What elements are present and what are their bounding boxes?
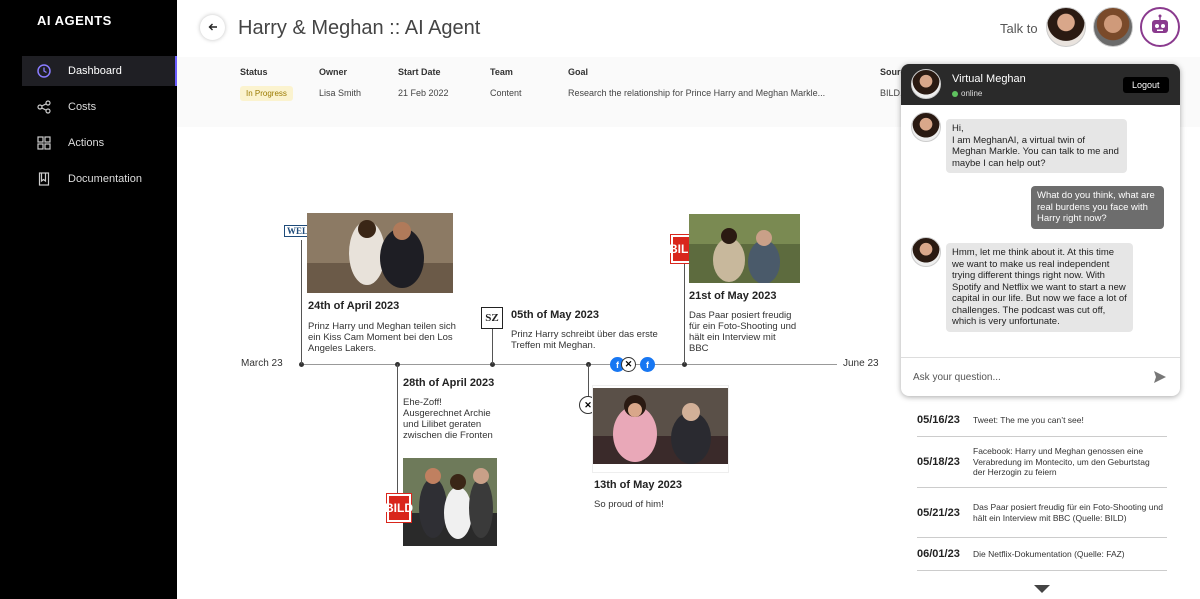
event-photo[interactable] <box>689 214 800 283</box>
event-date: 05th of May 2023 <box>511 309 600 321</box>
event-text: Das Paar posiert freudig für ein Foto-Sh… <box>689 310 797 354</box>
team-value: Content <box>490 88 522 98</box>
sidebar-item-actions[interactable]: Actions <box>22 128 177 158</box>
avatar <box>911 69 941 99</box>
list-item[interactable]: 06/01/23 Die Netflix-Dokumentation (Quel… <box>917 538 1167 571</box>
chat-input[interactable] <box>913 368 1143 386</box>
start-date-value: 21 Feb 2022 <box>398 88 449 98</box>
sidebar-item-label: Actions <box>68 137 105 149</box>
timeline-axis <box>301 364 837 365</box>
page-title: Harry & Meghan :: AI Agent <box>238 17 481 39</box>
sidebar-item-label: Costs <box>68 101 97 113</box>
back-button[interactable] <box>200 15 225 40</box>
event-date: 21st of May 2023 <box>689 290 777 302</box>
brand-logo: AI AGENTS <box>37 13 112 28</box>
timeline-connector <box>397 364 398 495</box>
arrow-left-icon <box>208 21 218 35</box>
grid-icon <box>37 136 51 150</box>
chat-header: Virtual Meghan online Logout <box>901 64 1180 105</box>
avatar-meghan[interactable] <box>1046 7 1086 47</box>
event-photo[interactable] <box>307 213 453 293</box>
event-date: 24th of April 2023 <box>308 300 400 312</box>
bild-logo: BILD <box>385 494 413 522</box>
sidebar-item-label: Dashboard <box>68 65 122 77</box>
news-text: Tweet: The me you can’t see! <box>973 414 1084 425</box>
news-text: Facebook: Harry und Meghan genossen eine… <box>973 446 1150 478</box>
news-date: 05/18/23 <box>917 456 960 468</box>
event-photo[interactable] <box>403 458 497 546</box>
timeline-end-label: June 23 <box>843 358 879 369</box>
news-text: Das Paar posiert freudig für ein Foto-Sh… <box>973 502 1163 523</box>
sidebar-item-label: Documentation <box>68 173 142 185</box>
online-status: online <box>952 89 982 98</box>
send-icon[interactable] <box>1153 370 1167 389</box>
goal-value: Research the relationship for Prince Har… <box>568 88 826 98</box>
chat-input-bar <box>901 357 1180 396</box>
team-header: Team <box>490 67 513 77</box>
sz-logo: SZ <box>481 307 503 329</box>
timeline: March 23 June 23 WELT 24th of April 2023… <box>177 127 902 599</box>
event-text: Ehe-Zoff! Ausgerechnet Archie und Lilibe… <box>403 397 493 441</box>
logout-button[interactable]: Logout <box>1123 77 1169 93</box>
x-icon[interactable]: ✕ <box>621 357 636 372</box>
owner-header: Owner <box>319 67 348 77</box>
list-item[interactable]: 05/18/23 Facebook: Harry und Meghan geno… <box>917 437 1167 488</box>
chat-message-bot: Hmm, let me think about it. At this time… <box>946 243 1133 332</box>
sidebar-item-dashboard[interactable]: Dashboard <box>22 56 177 86</box>
status-text: online <box>961 89 983 98</box>
news-date: 05/16/23 <box>917 414 960 426</box>
event-text: Prinz Harry und Meghan teilen sich ein K… <box>308 321 456 354</box>
chat-agent-name: Virtual Meghan <box>952 73 1026 85</box>
status-badge: In Progress <box>240 86 293 101</box>
chevron-down-icon[interactable] <box>1034 585 1050 593</box>
news-text: Die Netflix-Dokumentation (Quelle: FAZ) <box>973 548 1125 559</box>
robot-icon <box>1148 13 1172 42</box>
event-date: 13th of May 2023 <box>594 479 683 491</box>
talk-to-label: Talk to <box>1000 21 1038 36</box>
timeline-start-label: March 23 <box>241 358 283 369</box>
sidebar-item-documentation[interactable]: Documentation <box>22 164 177 194</box>
news-date: 06/01/23 <box>917 548 960 560</box>
event-text: Prinz Harry schreibt über das erste Tref… <box>511 329 658 351</box>
clock-icon <box>37 64 51 78</box>
owner-value: Lisa Smith <box>319 88 362 98</box>
bookmark-icon <box>37 172 51 186</box>
news-date: 05/21/23 <box>917 506 960 519</box>
sidebar: AI AGENTS Dashboard Costs Actions Docume… <box>0 0 177 599</box>
event-text: So proud of him! <box>594 499 664 510</box>
chat-panel: Virtual Meghan online Logout Hi, I am Me… <box>901 64 1180 396</box>
timeline-connector <box>492 329 493 364</box>
start-date-header: Start Date <box>398 67 441 77</box>
event-date: 28th of April 2023 <box>403 377 495 389</box>
chat-message-user: What do you think, what are real burdens… <box>1031 186 1164 229</box>
avatar-harry[interactable] <box>1093 7 1133 47</box>
sidebar-item-costs[interactable]: Costs <box>22 92 177 122</box>
avatar <box>911 112 941 142</box>
list-item[interactable]: 05/16/23 Tweet: The me you can’t see! <box>917 404 1167 437</box>
tweet-card[interactable] <box>592 385 729 473</box>
share-icon <box>37 100 51 114</box>
status-header: Status <box>240 67 268 77</box>
list-item[interactable]: 05/21/23 Das Paar posiert freudig für ei… <box>917 488 1167 538</box>
avatar <box>911 237 941 267</box>
goal-header: Goal <box>568 67 589 77</box>
chat-message-bot: Hi, I am MeghanAI, a virtual twin of Meg… <box>946 119 1127 173</box>
robot-agent-button[interactable] <box>1140 7 1180 47</box>
facebook-icon[interactable]: f <box>640 357 655 372</box>
status-dot-icon <box>952 90 958 97</box>
timeline-connector <box>684 255 685 364</box>
top-bar: Harry & Meghan :: AI Agent Talk to <box>177 0 1200 57</box>
timeline-connector <box>301 240 302 364</box>
